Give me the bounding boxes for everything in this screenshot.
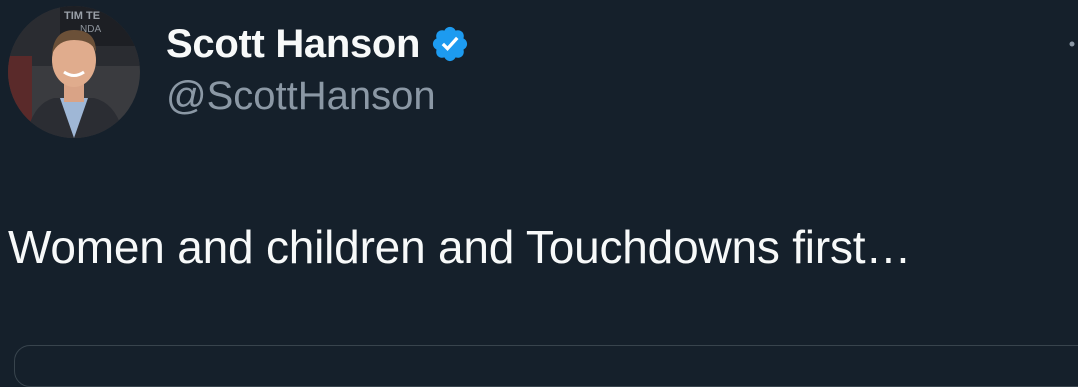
verified-badge-icon	[430, 24, 470, 64]
author-name-row: Scott Hanson	[166, 18, 470, 70]
avatar[interactable]: TIM TE NDA	[8, 6, 140, 138]
tweet-text: Women and children and Touchdowns first…	[8, 221, 912, 273]
author-handle[interactable]: @ScottHanson	[166, 74, 436, 119]
author-display-name[interactable]: Scott Hanson	[166, 22, 421, 67]
more-options-icon[interactable]	[1056, 28, 1078, 52]
avatar-photo-icon: TIM TE NDA	[8, 6, 140, 138]
svg-text:TIM TE: TIM TE	[64, 10, 100, 22]
tweet: TIM TE NDA Scott Hanson @ScottHanson Wom…	[0, 0, 1078, 387]
media-card[interactable]	[14, 345, 1078, 387]
